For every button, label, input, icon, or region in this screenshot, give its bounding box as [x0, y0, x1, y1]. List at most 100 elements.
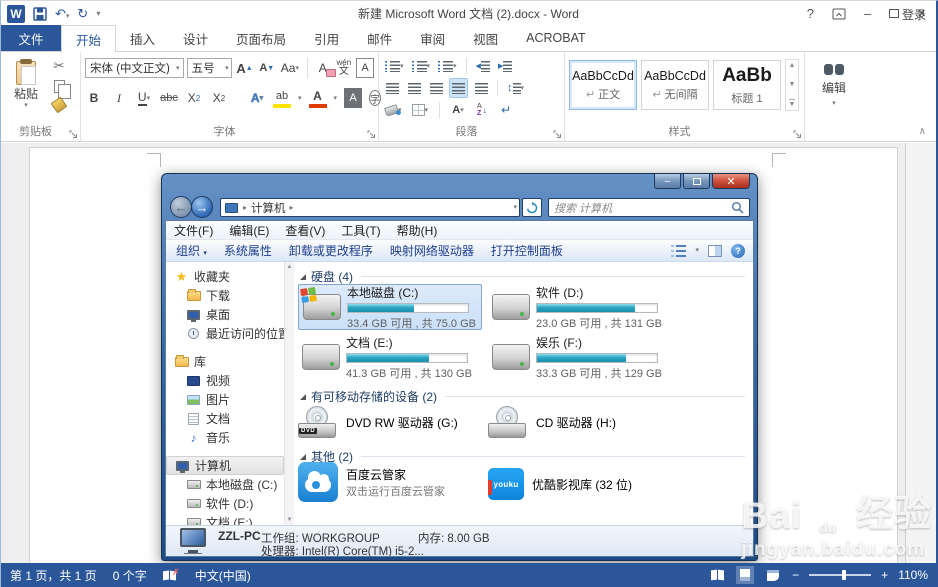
underline-button[interactable]: U▾ — [135, 88, 153, 108]
zoom-out-button[interactable]: − — [792, 568, 799, 582]
undo-button[interactable]: ↶▾ — [55, 7, 69, 20]
font-size-combo[interactable]: 五号▾ — [187, 58, 232, 78]
tab-file[interactable]: 文件 — [1, 25, 61, 51]
styles-more-icon[interactable]: ▼ — [789, 99, 796, 108]
tab-home[interactable]: 开始 — [61, 25, 116, 52]
character-border-button[interactable]: A — [356, 58, 374, 78]
grow-font-button[interactable]: A▲ — [235, 58, 255, 78]
text-effects-button[interactable]: A▾ — [248, 88, 266, 108]
qat-customize-button[interactable]: ▾ — [96, 10, 100, 18]
zoom-slider-handle[interactable] — [842, 570, 846, 580]
shrink-font-button[interactable]: A▼ — [258, 58, 277, 78]
menu-edit: 编辑(E) — [229, 222, 269, 239]
phonetic-guide-button[interactable]: wén文 — [335, 58, 353, 78]
print-layout-button[interactable] — [736, 566, 754, 584]
minimize-button[interactable]: – — [864, 7, 871, 20]
tab-mailings[interactable]: 邮件 — [353, 25, 406, 51]
styles-scroll-down-icon[interactable]: ▼ — [789, 81, 796, 88]
distribute-button[interactable] — [472, 78, 490, 98]
text-highlight-button[interactable]: ab — [273, 88, 291, 108]
styles-dialog-launcher[interactable] — [793, 130, 802, 139]
subscript-button[interactable]: X2 — [185, 88, 203, 108]
language-indicator[interactable]: 中文(中国) — [195, 567, 251, 584]
highlight-dropdown-icon[interactable]: ▾ — [298, 95, 302, 102]
sort-button[interactable]: AZ↓ — [473, 100, 491, 120]
paragraph-dialog-launcher[interactable] — [553, 130, 562, 139]
help-button[interactable]: ? — [807, 7, 814, 20]
superscript-button[interactable]: X2 — [210, 88, 228, 108]
tab-references[interactable]: 引用 — [300, 25, 353, 51]
style-heading1[interactable]: AaBb 标题 1 — [713, 60, 781, 110]
cut-button[interactable]: ✂ — [54, 58, 65, 74]
style-normal[interactable]: AaBbCcDd ↵ 正文 — [569, 60, 637, 110]
copy-button[interactable] — [54, 80, 65, 93]
zoom-in-button[interactable]: + — [881, 568, 888, 582]
zoom-slider[interactable] — [809, 574, 871, 576]
tab-insert[interactable]: 插入 — [116, 25, 169, 51]
tab-page-layout[interactable]: 页面布局 — [222, 25, 300, 51]
maximize-button[interactable] — [889, 9, 899, 18]
sidebar-documents: 文档 — [166, 409, 284, 428]
libraries-folder-icon — [175, 357, 189, 367]
clear-formatting-button[interactable]: A — [314, 58, 332, 78]
change-case-button[interactable]: Aa▾ — [279, 58, 301, 78]
decrease-indent-button[interactable]: ◀ — [474, 56, 492, 76]
paste-dropdown-icon[interactable]: ▾ — [24, 102, 28, 109]
style-no-spacing[interactable]: AaBbCcDd ↵ 无间隔 — [641, 60, 709, 110]
numbering-button[interactable]: ▾ — [410, 56, 433, 76]
sidebar-downloads: 下载 — [166, 286, 284, 305]
vertical-scrollbar[interactable] — [905, 143, 936, 563]
format-painter-button[interactable] — [51, 97, 68, 114]
uninstall-button: 卸载或更改程序 — [289, 242, 373, 259]
align-right-button[interactable] — [427, 78, 445, 98]
strikethrough-button[interactable]: abc — [160, 88, 178, 108]
search-placeholder: 搜索 计算机 — [554, 200, 612, 216]
asian-layout-button[interactable]: A▾ — [449, 100, 467, 120]
bold-button[interactable]: B — [85, 88, 103, 108]
shading-button[interactable]: ▾ — [383, 100, 404, 120]
clipboard-dialog-launcher[interactable] — [69, 130, 78, 139]
font-dialog-launcher[interactable] — [367, 130, 376, 139]
paragraph-group-label: 段落 — [379, 123, 554, 139]
computer-name: ZZL-PC — [218, 529, 261, 543]
menu-view: 查看(V) — [285, 222, 325, 239]
increase-indent-button[interactable]: ▶ — [496, 56, 514, 76]
collapse-ribbon-button[interactable]: ∧ — [919, 126, 926, 137]
font-color-dropdown-icon[interactable]: ▾ — [334, 95, 338, 102]
align-center-button[interactable] — [405, 78, 423, 98]
multilevel-list-button[interactable]: ▾ — [436, 56, 459, 76]
save-icon[interactable] — [33, 7, 47, 21]
character-shading-button[interactable]: A — [344, 88, 362, 108]
font-color-button[interactable]: A — [309, 88, 327, 108]
tab-review[interactable]: 审阅 — [406, 25, 459, 51]
organize-button: 组织 ▾ — [176, 242, 207, 259]
word-count[interactable]: 0 个字 — [113, 567, 147, 584]
show-marks-button[interactable]: ↵ — [497, 100, 515, 120]
styles-scroll-up-icon[interactable]: ▲ — [789, 62, 796, 69]
zoom-level[interactable]: 110% — [898, 568, 928, 582]
page-indicator[interactable]: 第 1 页，共 1 页 — [10, 567, 97, 584]
line-spacing-button[interactable]: ↕▾ — [505, 78, 526, 98]
undo-dropdown-icon[interactable]: ▾ — [66, 13, 70, 20]
tab-view[interactable]: 视图 — [459, 25, 512, 51]
device-tile-dvd: DVD DVD RW 驱动器 (G:) — [298, 402, 458, 442]
proofing-status-icon[interactable]: ✗ — [163, 570, 179, 581]
bullets-button[interactable]: ▾ — [383, 56, 406, 76]
editing-group[interactable]: 编辑 ▾ — [805, 52, 863, 141]
redo-button[interactable]: ↻ — [77, 7, 88, 20]
justify-button[interactable] — [449, 78, 468, 98]
refresh-button — [522, 198, 542, 217]
paste-button[interactable]: 粘贴 ▾ — [5, 61, 47, 109]
align-left-button[interactable] — [383, 78, 401, 98]
ribbon-display-options-button[interactable] — [832, 8, 846, 20]
font-name-combo[interactable]: 宋体 (中文正文)▾ — [85, 58, 184, 78]
tab-design[interactable]: 设计 — [169, 25, 222, 51]
styles-gallery-scrollbar[interactable]: ▲ ▼ ▼ — [785, 59, 799, 111]
tab-acrobat[interactable]: ACROBAT — [512, 25, 600, 51]
borders-button[interactable]: ▾ — [410, 100, 431, 120]
editing-dropdown-icon[interactable]: ▾ — [832, 100, 836, 107]
sign-in-link[interactable]: 登录 — [902, 6, 926, 23]
read-mode-button[interactable] — [708, 566, 726, 584]
web-layout-button[interactable] — [764, 566, 782, 584]
italic-button[interactable]: I — [110, 88, 128, 108]
